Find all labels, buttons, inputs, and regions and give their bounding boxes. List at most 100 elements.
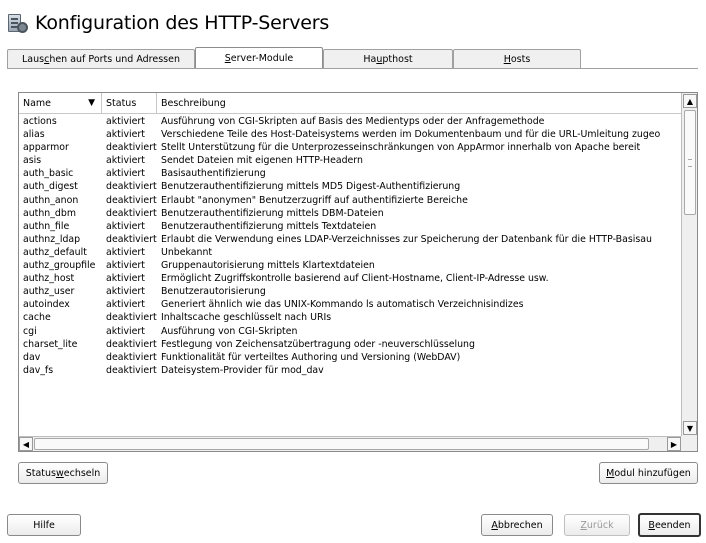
cancel-button[interactable]: Abbrechen: [481, 514, 553, 536]
tab-hosts[interactable]: Hosts: [453, 49, 581, 69]
tab-label: osts: [510, 54, 531, 65]
table-row[interactable]: dav deaktiviert Funktionalität für verteil…: [19, 351, 681, 364]
table-row[interactable]: dav_fs deaktiviert Dateisystem-Provider fü…: [19, 364, 681, 377]
button-label: odul hinzufügen: [614, 467, 691, 479]
column-header-label: Name: [23, 97, 52, 109]
module-name: autoindex: [23, 299, 70, 311]
table-row[interactable]: authnz_ldap deaktiviert Erlaubt die Verwen…: [19, 233, 681, 246]
arrow-right-icon[interactable]: ▶: [667, 437, 681, 451]
table-row[interactable]: actions aktiviert Ausführung von CGI-Skrip…: [19, 115, 681, 128]
module-description: Benutzerautorisierung: [161, 286, 266, 298]
button-label: eenden: [654, 519, 691, 531]
module-description: Stellt Unterstützung für die Unterprozes…: [161, 142, 641, 154]
module-name: authz_groupfile: [23, 260, 96, 272]
vertical-scroll-thumb[interactable]: [684, 110, 696, 215]
module-name: authz_default: [23, 246, 87, 258]
module-name: asis: [23, 155, 42, 167]
add-module-button[interactable]: Modul hinzufügen: [599, 462, 698, 484]
module-status: aktiviert: [106, 260, 145, 272]
tab-main-host[interactable]: Ha u pthost: [323, 49, 453, 69]
button-label: Status: [25, 467, 56, 479]
module-status: aktiviert: [106, 129, 145, 141]
scrollbar-corner: [681, 436, 697, 451]
button-label: echseln: [63, 467, 101, 479]
column-header-name[interactable]: Name ▼: [19, 93, 102, 113]
finish-button[interactable]: Beenden: [638, 513, 701, 537]
arrow-down-icon[interactable]: ▼: [683, 421, 697, 435]
table-row[interactable]: authn_dbm deaktiviert Benutzerauthentifizi…: [19, 207, 681, 220]
module-status: aktiviert: [106, 116, 145, 127]
module-description: Basisauthentifizierung: [161, 168, 266, 180]
module-description: Inhaltscache geschlüsselt nach URIs: [161, 312, 332, 324]
module-description: Verschiedene Teile des Host-Dateisystems…: [161, 129, 661, 141]
table-row[interactable]: authn_file aktiviert Benutzerauthentifizie…: [19, 220, 681, 233]
table-row[interactable]: authn_anon deaktiviert Erlaubt "anonymen" …: [19, 194, 681, 207]
module-status: deaktiviert: [106, 233, 157, 245]
button-label: Hilfe: [33, 519, 55, 531]
horizontal-scroll-thumb[interactable]: [34, 438, 649, 450]
module-status: deaktiviert: [106, 194, 157, 206]
table-row[interactable]: authz_host aktiviert Ermöglicht Zugriffsko…: [19, 272, 681, 285]
table-row[interactable]: apparmor deaktiviert Stellt Unterstützung …: [19, 141, 681, 154]
module-status: aktiviert: [106, 168, 145, 180]
vertical-scrollbar[interactable]: ▲ ▼: [681, 93, 697, 436]
module-name: alias: [23, 129, 45, 141]
module-status: aktiviert: [106, 299, 145, 311]
module-description: Erlaubt die Verwendung eines LDAP-Verzei…: [161, 233, 652, 245]
table-row[interactable]: auth_digest deaktiviert Benutzerauthentifi…: [19, 180, 681, 193]
tab-listen-ports[interactable]: Laus c hen auf Ports und Adressen: [7, 49, 195, 69]
module-description: Benutzerauthentifizierung mittels Textda…: [161, 220, 377, 232]
modules-table: Name ▼ Status Beschreibung actions aktivi…: [18, 92, 698, 452]
arrow-left-icon[interactable]: ◀: [19, 437, 33, 451]
module-description: Erlaubt "anonymen" Benutzerzugriff auf a…: [161, 194, 468, 206]
server-config-icon: [7, 12, 29, 34]
module-description: Funktionalität für verteiltes Authoring …: [161, 351, 461, 363]
horizontal-scrollbar[interactable]: ◀ ▶: [19, 436, 681, 451]
table-row[interactable]: authz_default aktiviert Unbekannt: [19, 246, 681, 259]
module-description: Gruppenautorisierung mittels Klartextdat…: [161, 260, 375, 272]
tab-bar: Laus c hen auf Ports und Adressen Server-M…: [7, 47, 581, 69]
column-header-description[interactable]: Beschreibung: [157, 93, 681, 113]
tab-label: erver-Module: [230, 53, 294, 64]
table-row[interactable]: cgi aktiviert Ausführung von CGI-Skripten: [19, 325, 681, 338]
module-name: apparmor: [23, 142, 69, 154]
table-row[interactable]: asis aktiviert Sendet Dateien mit eigenen …: [19, 154, 681, 167]
tab-server-modules[interactable]: Server-Module: [195, 47, 323, 69]
module-description: Generiert ähnlich wie das UNIX-Kommando …: [161, 299, 524, 311]
module-name: actions: [23, 116, 57, 127]
column-header-label: Status: [106, 97, 137, 109]
module-status: deaktiviert: [106, 364, 157, 376]
module-description: Festlegung von Zeichensatzübertragung od…: [161, 338, 475, 350]
module-status: aktiviert: [106, 155, 145, 167]
table-row[interactable]: authz_groupfile aktiviert Gruppenautorisie…: [19, 259, 681, 272]
button-mnemonic: w: [55, 467, 64, 479]
module-name: cache: [23, 312, 51, 324]
table-row[interactable]: authz_user aktiviert Benutzerautorisierung: [19, 285, 681, 298]
module-name: auth_basic: [23, 168, 74, 180]
module-description: Ausführung von CGI-Skripten: [161, 325, 298, 337]
table-row[interactable]: autoindex aktiviert Generiert ähnlich wie …: [19, 298, 681, 311]
table-row[interactable]: alias aktiviert Verschiedene Teile des Hos…: [19, 128, 681, 141]
arrow-up-icon[interactable]: ▲: [683, 94, 697, 108]
table-body: actions aktiviert Ausführung von CGI-Skrip…: [19, 115, 681, 437]
module-name: charset_lite: [23, 338, 78, 350]
help-button[interactable]: Hilfe: [7, 514, 81, 536]
table-row[interactable]: charset_lite deaktiviert Festlegung von Ze…: [19, 338, 681, 351]
button-mnemonic: M: [606, 467, 615, 479]
module-status: deaktiviert: [106, 312, 157, 324]
column-header-status[interactable]: Status: [102, 93, 157, 113]
back-button[interactable]: Zurück: [564, 514, 630, 536]
module-name: cgi: [23, 325, 37, 337]
module-status: aktiviert: [106, 273, 145, 285]
table-row[interactable]: cache deaktiviert Inhaltscache geschlüssel…: [19, 311, 681, 324]
module-name: authn_anon: [23, 194, 79, 206]
module-status: aktiviert: [106, 220, 145, 232]
table-row[interactable]: auth_basic aktiviert Basisauthentifizierun…: [19, 167, 681, 180]
module-name: auth_digest: [23, 181, 78, 193]
module-status: aktiviert: [106, 246, 145, 258]
module-name: authnz_ldap: [23, 233, 81, 245]
module-description: Unbekannt: [161, 246, 213, 258]
module-name: authz_host: [23, 273, 75, 285]
toggle-status-button[interactable]: Status w echseln: [18, 462, 108, 484]
tab-label: Laus: [21, 54, 45, 65]
